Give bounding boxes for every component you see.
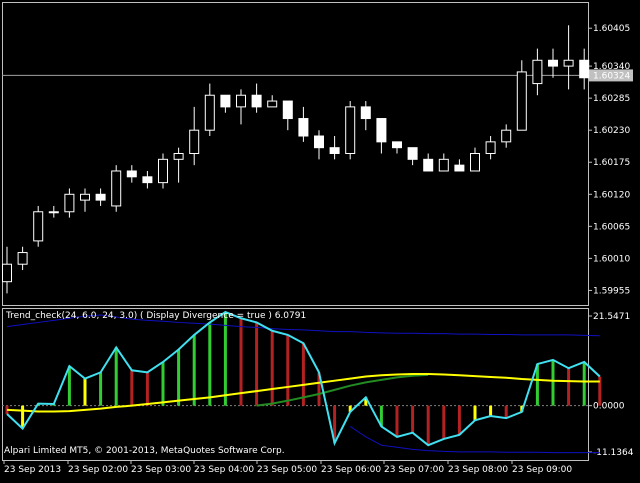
histogram-bar bbox=[567, 368, 571, 406]
candle-body bbox=[33, 211, 44, 242]
time-tick-label: 23 Sep 06:00 bbox=[321, 465, 381, 475]
copyright-text: Alpari Limited MT5, © 2001-2013, MetaQuo… bbox=[4, 446, 285, 456]
histogram-bar bbox=[411, 405, 415, 433]
histogram-bar bbox=[83, 378, 87, 406]
candle-body bbox=[360, 106, 371, 120]
histogram-bar bbox=[473, 405, 477, 421]
time-tick-label: 23 Sep 07:00 bbox=[384, 465, 444, 475]
candle-body bbox=[111, 170, 122, 207]
histogram-bar bbox=[145, 372, 149, 406]
candle-body bbox=[516, 71, 527, 131]
candle-body bbox=[376, 118, 387, 143]
candle-body bbox=[329, 147, 340, 155]
time-tick-label: 23 Sep 08:00 bbox=[448, 465, 508, 475]
candle-body bbox=[314, 135, 324, 149]
candle-body bbox=[204, 94, 215, 131]
candle-body bbox=[126, 170, 137, 178]
candle-body bbox=[220, 94, 231, 108]
indicator-tick-label: 0.0000 bbox=[593, 402, 625, 412]
histogram-bar bbox=[99, 372, 103, 406]
candle-body bbox=[579, 59, 590, 79]
candle-body bbox=[423, 158, 434, 172]
histogram-bar bbox=[504, 405, 508, 419]
time-tick-label: 23 Sep 05:00 bbox=[257, 465, 317, 475]
candle-body bbox=[173, 153, 184, 160]
histogram-bar bbox=[489, 405, 493, 417]
candle-body bbox=[64, 193, 75, 213]
histogram-bar bbox=[426, 405, 430, 446]
candle-body bbox=[563, 59, 574, 67]
price-tick-label: 1.60405 bbox=[593, 24, 630, 34]
indicator-panel-border bbox=[2, 308, 589, 461]
histogram-bar bbox=[395, 405, 399, 437]
candle-body bbox=[142, 176, 153, 184]
candle-body bbox=[236, 94, 246, 108]
histogram-bar bbox=[208, 322, 212, 406]
price-tick-label: 1.60285 bbox=[593, 94, 630, 104]
candle-body bbox=[454, 164, 465, 172]
time-tick-label: 23 Sep 02:00 bbox=[68, 465, 128, 475]
histogram-bar bbox=[130, 370, 134, 406]
candle-body bbox=[392, 141, 402, 149]
candle-body bbox=[189, 129, 200, 154]
time-tick-label: 23 Sep 2013 bbox=[4, 465, 61, 475]
candle-body bbox=[345, 106, 356, 154]
price-panel-border bbox=[2, 2, 589, 306]
candle-body bbox=[548, 59, 558, 67]
histogram-bar bbox=[442, 405, 446, 439]
candle-body bbox=[438, 158, 449, 172]
histogram-bar bbox=[286, 334, 290, 406]
candle-body bbox=[2, 263, 12, 283]
price-tick-label: 1.59955 bbox=[593, 286, 630, 296]
candle-body bbox=[17, 252, 28, 265]
candle-body bbox=[501, 129, 512, 143]
candle-body bbox=[95, 193, 106, 201]
candle-body bbox=[282, 100, 293, 120]
indicator-tick-label: 21.5471 bbox=[593, 312, 630, 322]
histogram-bar bbox=[582, 361, 586, 406]
histogram-bar bbox=[161, 361, 165, 406]
histogram-bar bbox=[457, 405, 461, 435]
time-tick-label: 23 Sep 09:00 bbox=[512, 465, 572, 475]
candle-body bbox=[407, 147, 418, 160]
candle-body bbox=[485, 141, 496, 155]
histogram-bar bbox=[255, 322, 259, 406]
mt5-chart-window: 1.60405 1.60340 1.60285 1.60230 1.60175 1.601… bbox=[0, 0, 640, 480]
histogram-bar bbox=[270, 330, 274, 406]
candle-body bbox=[80, 193, 90, 201]
current-price-tag-label: 1.60324 bbox=[593, 71, 630, 81]
histogram-bar bbox=[192, 334, 196, 406]
time-tick-label: 23 Sep 03:00 bbox=[131, 465, 191, 475]
histogram-bar bbox=[67, 366, 71, 406]
time-tick-label: 23 Sep 04:00 bbox=[194, 465, 254, 475]
histogram-bar bbox=[177, 349, 181, 406]
price-tick-label: 1.60230 bbox=[593, 126, 630, 136]
candle-body bbox=[267, 100, 278, 108]
candle-body bbox=[298, 118, 309, 137]
candle-body bbox=[251, 94, 262, 108]
price-tick-label: 1.60120 bbox=[593, 190, 630, 200]
histogram-bar bbox=[551, 359, 555, 406]
candle-body bbox=[48, 211, 59, 214]
chart-canvas[interactable]: 1.604051.603401.602851.602301.601751.601… bbox=[0, 0, 640, 480]
price-tick-label: 1.60175 bbox=[593, 158, 630, 168]
histogram-bar bbox=[114, 347, 118, 406]
candle-body bbox=[532, 59, 543, 85]
candle-body bbox=[470, 153, 480, 172]
price-tick-label: 1.60010 bbox=[593, 254, 630, 264]
histogram-bar bbox=[223, 312, 227, 406]
indicator-title: Trend_check(24, 6.0, 24, 3.0) ( Display … bbox=[6, 311, 307, 321]
price-tick-label: 1.60065 bbox=[593, 222, 630, 232]
candle-body bbox=[158, 158, 168, 184]
